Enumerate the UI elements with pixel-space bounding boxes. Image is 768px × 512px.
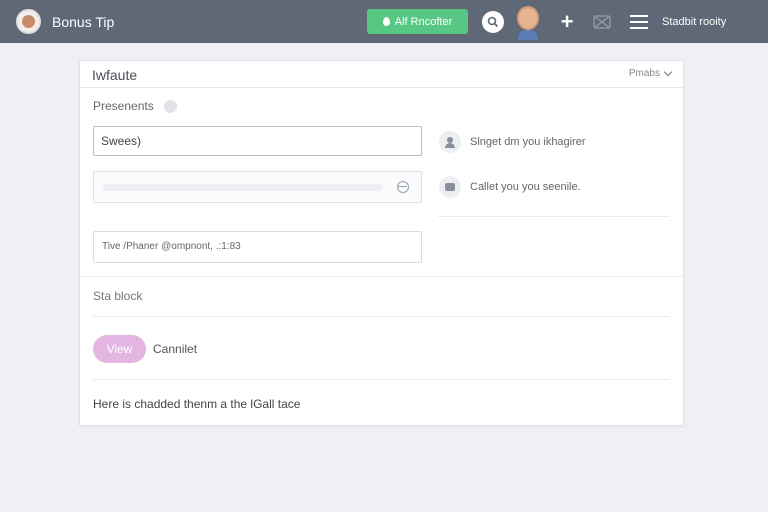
app-title: Bonus Tip xyxy=(52,13,115,30)
block-label: Sta block xyxy=(93,289,143,303)
add-button[interactable]: Alf Rncofter xyxy=(367,9,468,34)
search-button[interactable] xyxy=(482,10,504,33)
cancel-link[interactable]: Cannilet xyxy=(153,342,197,356)
status-text[interactable]: Stadbit rooity xyxy=(662,16,726,28)
card-title: Iwfaute xyxy=(92,67,138,83)
brand-avatar-icon xyxy=(16,9,41,34)
add-button-label: Alf Rncofter xyxy=(394,15,453,28)
menu-icon[interactable] xyxy=(630,14,648,29)
primary-input[interactable]: Swees) xyxy=(93,126,422,156)
chevron-down-icon xyxy=(663,67,673,77)
user-avatar[interactable] xyxy=(515,4,541,40)
footer-note: Here is chadded thenm a the lGall tace xyxy=(93,397,301,411)
primary-input-value: Swees) xyxy=(101,134,142,148)
hint-2-text: Callet you you seenile. xyxy=(470,181,581,193)
add-icon xyxy=(382,17,390,26)
section-label: Presenents xyxy=(93,99,177,113)
divider xyxy=(93,316,670,317)
chat-icon xyxy=(439,176,461,198)
globe-icon[interactable] xyxy=(397,181,409,193)
search-field[interactable] xyxy=(93,171,422,203)
plus-icon[interactable]: + xyxy=(557,10,577,32)
header-dropdown-label: Pmabs xyxy=(628,68,660,79)
top-bar-actions: Alf Rncofter + Stadbit rooity xyxy=(367,0,726,43)
status-dot-icon xyxy=(163,99,177,113)
card-header: Iwfaute Pmabs xyxy=(80,61,683,88)
contact-field[interactable]: Tive /Phaner @ompnont, .:1:83 xyxy=(93,231,422,263)
contact-field-value: Tive /Phaner @ompnont, .:1:83 xyxy=(102,241,241,252)
top-bar: Bonus Tip Alf Rncofter + Stadbit rooity xyxy=(0,0,768,43)
brand[interactable]: Bonus Tip xyxy=(16,9,114,34)
person-icon xyxy=(439,131,461,153)
disabled-icon[interactable] xyxy=(591,11,613,33)
hint-1-text: Slnget dm you ikhagirer xyxy=(470,136,586,148)
main-card: Iwfaute Pmabs Presenents Swees) Slnget d… xyxy=(79,60,684,426)
view-button[interactable]: View xyxy=(93,335,146,363)
divider xyxy=(80,276,683,277)
search-placeholder-bar xyxy=(103,184,383,191)
hint-row-1: Slnget dm you ikhagirer xyxy=(439,131,586,153)
hint-row-2: Callet you you seenile. xyxy=(439,176,581,198)
view-button-label: View xyxy=(106,342,133,356)
divider xyxy=(438,216,670,217)
section-label-text: Presenents xyxy=(93,99,154,113)
search-icon xyxy=(487,16,499,27)
header-dropdown[interactable]: Pmabs xyxy=(628,67,673,79)
divider xyxy=(93,379,670,380)
